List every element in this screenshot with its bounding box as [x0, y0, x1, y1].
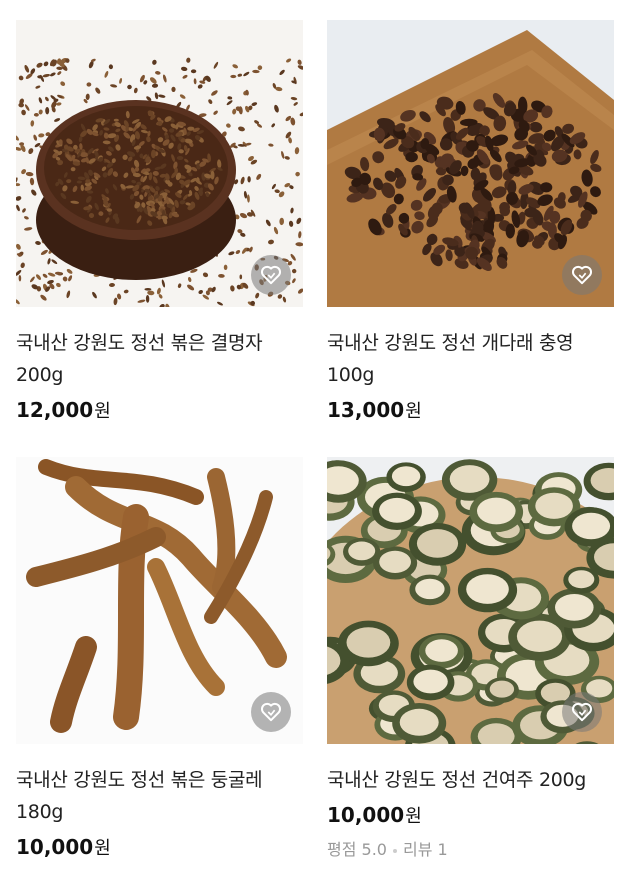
product-card[interactable]: 국내산 강원도 정선 건여주 200g 10,000원 평점 5.0 리뷰 1 — [327, 457, 614, 860]
price-currency: 원 — [405, 401, 422, 422]
product-price: 10,000원 — [16, 834, 303, 862]
product-image[interactable] — [16, 20, 303, 307]
product-card[interactable]: 국내산 강원도 정선 볶은 결명자 200g 12,000원 — [16, 20, 303, 425]
heart-icon — [571, 265, 593, 285]
heart-icon — [571, 702, 593, 722]
price-value: 13,000 — [327, 398, 405, 422]
wishlist-button[interactable] — [251, 255, 291, 295]
wishlist-button[interactable] — [251, 692, 291, 732]
product-card[interactable]: 국내산 강원도 정선 개다래 충영 100g 13,000원 — [327, 20, 614, 425]
product-card[interactable]: 국내산 강원도 정선 볶은 둥굴레 180g 10,000원 — [16, 457, 303, 862]
product-price: 12,000원 — [16, 397, 303, 425]
separator-dot — [392, 848, 397, 853]
product-image[interactable] — [16, 457, 303, 744]
wishlist-button[interactable] — [562, 692, 602, 732]
product-name[interactable]: 국내산 강원도 정선 볶은 결명자 200g — [16, 327, 303, 391]
rating-label: 평점 5.0 — [327, 840, 387, 859]
wishlist-button[interactable] — [562, 255, 602, 295]
product-image[interactable] — [327, 457, 614, 744]
heart-icon — [260, 265, 282, 285]
price-currency: 원 — [94, 401, 111, 422]
price-value: 12,000 — [16, 398, 94, 422]
product-name[interactable]: 국내산 강원도 정선 건여주 200g — [327, 764, 614, 796]
review-count: 리뷰 1 — [402, 840, 448, 859]
product-image[interactable] — [327, 20, 614, 307]
price-currency: 원 — [405, 806, 422, 827]
price-currency: 원 — [94, 838, 111, 859]
product-price: 10,000원 — [327, 802, 614, 830]
rating-summary: 평점 5.0 리뷰 1 — [327, 840, 614, 860]
price-value: 10,000 — [327, 803, 405, 827]
product-name[interactable]: 국내산 강원도 정선 개다래 충영 100g — [327, 327, 614, 391]
product-price: 13,000원 — [327, 397, 614, 425]
price-value: 10,000 — [16, 835, 94, 859]
product-name[interactable]: 국내산 강원도 정선 볶은 둥굴레 180g — [16, 764, 303, 828]
heart-icon — [260, 702, 282, 722]
